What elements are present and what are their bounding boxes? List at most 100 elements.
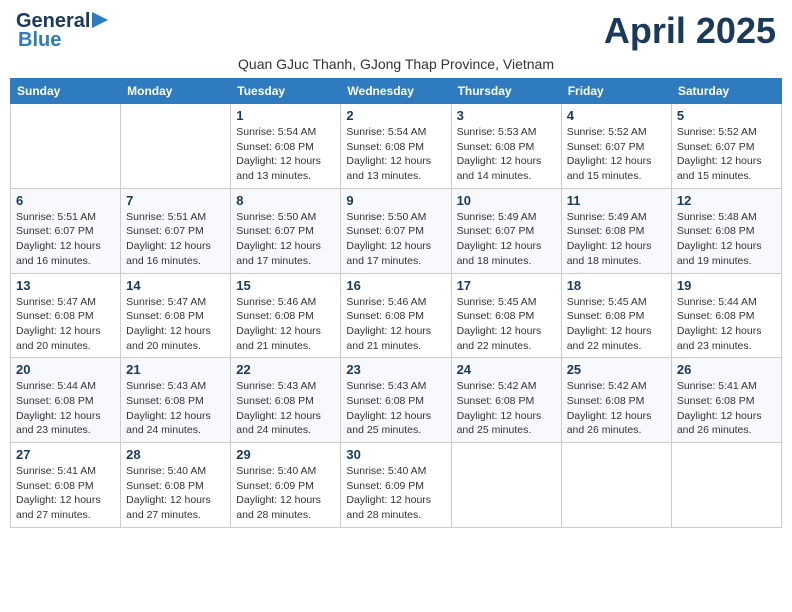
calendar-cell: 6 Sunrise: 5:51 AMSunset: 6:07 PMDaylight… — [11, 188, 121, 273]
day-number: 14 — [126, 278, 225, 293]
week-row-3: 13 Sunrise: 5:47 AMSunset: 6:08 PMDayligh… — [11, 273, 782, 358]
calendar-cell: 23 Sunrise: 5:43 AMSunset: 6:08 PMDayligh… — [341, 358, 451, 443]
day-info: Sunrise: 5:42 AMSunset: 6:08 PMDaylight:… — [457, 379, 556, 438]
day-number: 2 — [346, 108, 445, 123]
day-header-thursday: Thursday — [451, 79, 561, 104]
calendar-cell: 5 Sunrise: 5:52 AMSunset: 6:07 PMDaylight… — [671, 104, 781, 189]
calendar-cell — [11, 104, 121, 189]
day-number: 23 — [346, 362, 445, 377]
day-number: 21 — [126, 362, 225, 377]
calendar-table: SundayMondayTuesdayWednesdayThursdayFrid… — [10, 78, 782, 528]
day-header-wednesday: Wednesday — [341, 79, 451, 104]
day-info: Sunrise: 5:40 AMSunset: 6:08 PMDaylight:… — [126, 464, 225, 523]
week-row-4: 20 Sunrise: 5:44 AMSunset: 6:08 PMDayligh… — [11, 358, 782, 443]
day-number: 7 — [126, 193, 225, 208]
day-number: 24 — [457, 362, 556, 377]
day-info: Sunrise: 5:46 AMSunset: 6:08 PMDaylight:… — [236, 295, 335, 354]
day-info: Sunrise: 5:49 AMSunset: 6:08 PMDaylight:… — [567, 210, 666, 269]
day-header-tuesday: Tuesday — [231, 79, 341, 104]
day-info: Sunrise: 5:45 AMSunset: 6:08 PMDaylight:… — [567, 295, 666, 354]
day-info: Sunrise: 5:44 AMSunset: 6:08 PMDaylight:… — [677, 295, 776, 354]
day-header-friday: Friday — [561, 79, 671, 104]
day-number: 22 — [236, 362, 335, 377]
calendar-cell: 15 Sunrise: 5:46 AMSunset: 6:08 PMDayligh… — [231, 273, 341, 358]
day-info: Sunrise: 5:54 AMSunset: 6:08 PMDaylight:… — [236, 125, 335, 184]
day-info: Sunrise: 5:48 AMSunset: 6:08 PMDaylight:… — [677, 210, 776, 269]
page-header: General Blue April 2025 — [10, 10, 782, 52]
day-info: Sunrise: 5:52 AMSunset: 6:07 PMDaylight:… — [677, 125, 776, 184]
day-number: 10 — [457, 193, 556, 208]
calendar-cell: 28 Sunrise: 5:40 AMSunset: 6:08 PMDayligh… — [121, 443, 231, 528]
calendar-cell: 13 Sunrise: 5:47 AMSunset: 6:08 PMDayligh… — [11, 273, 121, 358]
day-number: 25 — [567, 362, 666, 377]
day-number: 30 — [346, 447, 445, 462]
day-info: Sunrise: 5:49 AMSunset: 6:07 PMDaylight:… — [457, 210, 556, 269]
day-number: 27 — [16, 447, 115, 462]
calendar-cell: 30 Sunrise: 5:40 AMSunset: 6:09 PMDayligh… — [341, 443, 451, 528]
day-number: 19 — [677, 278, 776, 293]
calendar-cell: 19 Sunrise: 5:44 AMSunset: 6:08 PMDayligh… — [671, 273, 781, 358]
day-number: 1 — [236, 108, 335, 123]
calendar-cell — [451, 443, 561, 528]
logo-arrow-icon — [92, 10, 114, 30]
calendar-cell: 27Sunrise: 5:41 AMSunset: 6:08 PMDayligh… — [11, 443, 121, 528]
calendar-cell: 24 Sunrise: 5:42 AMSunset: 6:08 PMDayligh… — [451, 358, 561, 443]
day-number: 9 — [346, 193, 445, 208]
calendar-cell: 21 Sunrise: 5:43 AMSunset: 6:08 PMDayligh… — [121, 358, 231, 443]
day-header-saturday: Saturday — [671, 79, 781, 104]
calendar-cell: 22 Sunrise: 5:43 AMSunset: 6:08 PMDayligh… — [231, 358, 341, 443]
calendar-cell: 25 Sunrise: 5:42 AMSunset: 6:08 PMDayligh… — [561, 358, 671, 443]
day-number: 13 — [16, 278, 115, 293]
calendar-cell: 7 Sunrise: 5:51 AMSunset: 6:07 PMDaylight… — [121, 188, 231, 273]
day-number: 6 — [16, 193, 115, 208]
day-info: Sunrise: 5:50 AMSunset: 6:07 PMDaylight:… — [346, 210, 445, 269]
calendar-cell: 16Sunrise: 5:46 AMSunset: 6:08 PMDayligh… — [341, 273, 451, 358]
calendar-cell — [671, 443, 781, 528]
calendar-cell — [121, 104, 231, 189]
day-info: Sunrise: 5:43 AMSunset: 6:08 PMDaylight:… — [236, 379, 335, 438]
month-title: April 2025 — [604, 10, 776, 52]
day-header-sunday: Sunday — [11, 79, 121, 104]
day-number: 11 — [567, 193, 666, 208]
day-number: 5 — [677, 108, 776, 123]
calendar-cell: 1 Sunrise: 5:54 AMSunset: 6:08 PMDaylight… — [231, 104, 341, 189]
day-info: Sunrise: 5:40 AMSunset: 6:09 PMDaylight:… — [346, 464, 445, 523]
calendar-cell: 29Sunrise: 5:40 AMSunset: 6:09 PMDayligh… — [231, 443, 341, 528]
day-info: Sunrise: 5:44 AMSunset: 6:08 PMDaylight:… — [16, 379, 115, 438]
day-number: 28 — [126, 447, 225, 462]
calendar-cell: 20 Sunrise: 5:44 AMSunset: 6:08 PMDayligh… — [11, 358, 121, 443]
day-number: 4 — [567, 108, 666, 123]
calendar-cell: 2Sunrise: 5:54 AMSunset: 6:08 PMDaylight… — [341, 104, 451, 189]
day-info: Sunrise: 5:51 AMSunset: 6:07 PMDaylight:… — [126, 210, 225, 269]
calendar-cell: 18Sunrise: 5:45 AMSunset: 6:08 PMDayligh… — [561, 273, 671, 358]
day-info: Sunrise: 5:40 AMSunset: 6:09 PMDaylight:… — [236, 464, 335, 523]
calendar-cell — [561, 443, 671, 528]
day-info: Sunrise: 5:47 AMSunset: 6:08 PMDaylight:… — [16, 295, 115, 354]
day-info: Sunrise: 5:43 AMSunset: 6:08 PMDaylight:… — [126, 379, 225, 438]
day-number: 20 — [16, 362, 115, 377]
calendar-cell: 10 Sunrise: 5:49 AMSunset: 6:07 PMDayligh… — [451, 188, 561, 273]
day-info: Sunrise: 5:52 AMSunset: 6:07 PMDaylight:… — [567, 125, 666, 184]
day-number: 16 — [346, 278, 445, 293]
calendar-cell: 12Sunrise: 5:48 AMSunset: 6:08 PMDayligh… — [671, 188, 781, 273]
calendar-cell: 17Sunrise: 5:45 AMSunset: 6:08 PMDayligh… — [451, 273, 561, 358]
day-info: Sunrise: 5:51 AMSunset: 6:07 PMDaylight:… — [16, 210, 115, 269]
day-number: 8 — [236, 193, 335, 208]
day-info: Sunrise: 5:41 AMSunset: 6:08 PMDaylight:… — [677, 379, 776, 438]
week-row-2: 6 Sunrise: 5:51 AMSunset: 6:07 PMDaylight… — [11, 188, 782, 273]
calendar-cell: 14 Sunrise: 5:47 AMSunset: 6:08 PMDayligh… — [121, 273, 231, 358]
day-info: Sunrise: 5:47 AMSunset: 6:08 PMDaylight:… — [126, 295, 225, 354]
page-subtitle: Quan GJuc Thanh, GJong Thap Province, Vi… — [10, 56, 782, 72]
day-number: 15 — [236, 278, 335, 293]
day-info: Sunrise: 5:42 AMSunset: 6:08 PMDaylight:… — [567, 379, 666, 438]
day-number: 3 — [457, 108, 556, 123]
week-row-5: 27Sunrise: 5:41 AMSunset: 6:08 PMDayligh… — [11, 443, 782, 528]
day-info: Sunrise: 5:43 AMSunset: 6:08 PMDaylight:… — [346, 379, 445, 438]
day-number: 17 — [457, 278, 556, 293]
calendar-cell: 8Sunrise: 5:50 AMSunset: 6:07 PMDaylight… — [231, 188, 341, 273]
calendar-cell: 26 Sunrise: 5:41 AMSunset: 6:08 PMDayligh… — [671, 358, 781, 443]
day-info: Sunrise: 5:53 AMSunset: 6:08 PMDaylight:… — [457, 125, 556, 184]
day-number: 26 — [677, 362, 776, 377]
logo-blue: Blue — [18, 29, 61, 52]
calendar-cell: 9 Sunrise: 5:50 AMSunset: 6:07 PMDaylight… — [341, 188, 451, 273]
